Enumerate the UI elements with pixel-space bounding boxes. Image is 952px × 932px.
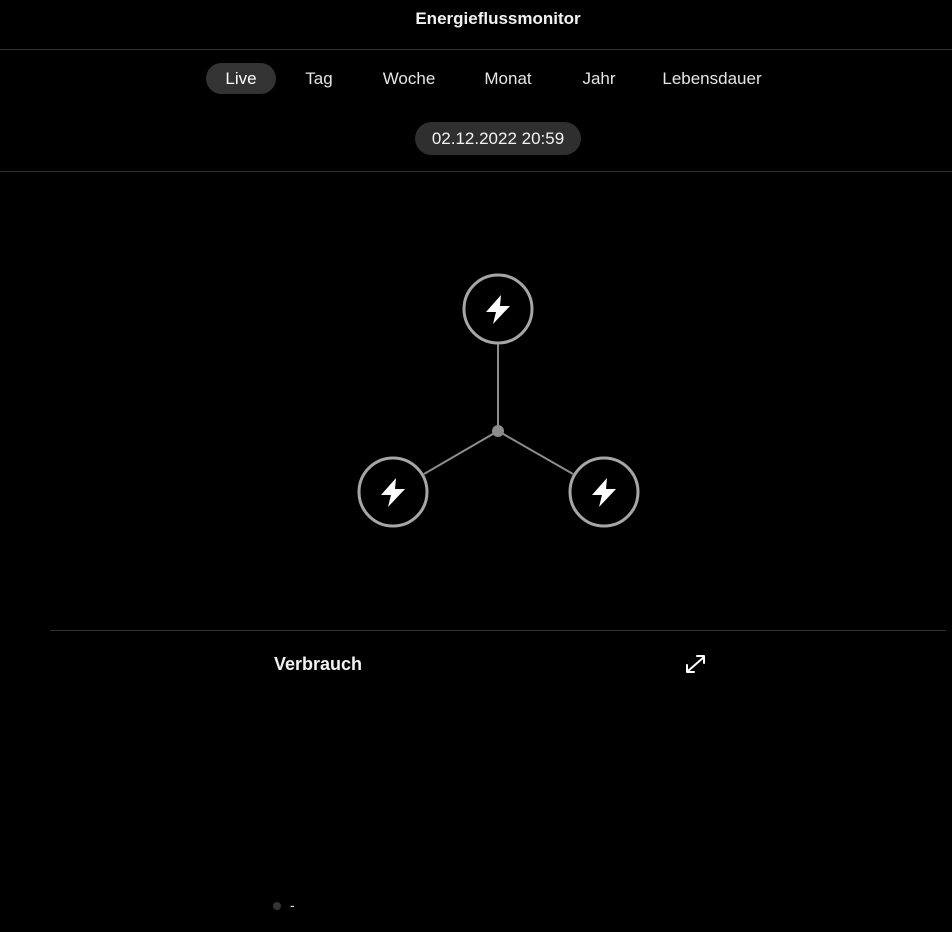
expand-icon — [686, 655, 705, 673]
energy-flow-graphic — [357, 273, 640, 528]
tab-woche[interactable]: Woche — [372, 63, 446, 94]
timestamp-selector[interactable]: 02.12.2022 20:59 — [415, 122, 581, 155]
flow-node-top[interactable] — [462, 273, 534, 345]
legend-dot — [273, 902, 281, 910]
legend-label: - — [290, 897, 295, 913]
page-title: Energieflussmonitor — [415, 9, 581, 28]
period-tabs: Live Tag Woche Monat Jahr Lebensdauer — [0, 63, 952, 95]
app: Energieflussmonitor Live Tag Woche Monat… — [0, 0, 952, 932]
tab-tag[interactable]: Tag — [290, 63, 348, 94]
consumption-title: Verbrauch — [274, 654, 363, 674]
flow-node-right[interactable] — [568, 456, 640, 528]
header: Energieflussmonitor — [0, 0, 952, 50]
expand-button[interactable] — [684, 653, 708, 675]
tab-lebensdauer[interactable]: Lebensdauer — [652, 63, 772, 94]
tab-live[interactable]: Live — [206, 63, 276, 94]
energy-flow-diagram — [0, 172, 952, 630]
flow-junction — [492, 425, 504, 437]
flow-line-left — [423, 430, 499, 475]
flow-node-left[interactable] — [357, 456, 429, 528]
flow-line-right — [497, 430, 574, 475]
tab-monat[interactable]: Monat — [474, 63, 542, 94]
tab-jahr[interactable]: Jahr — [572, 63, 626, 94]
section-divider — [50, 630, 946, 631]
period-selector: Live Tag Woche Monat Jahr Lebensdauer 02… — [0, 50, 952, 172]
